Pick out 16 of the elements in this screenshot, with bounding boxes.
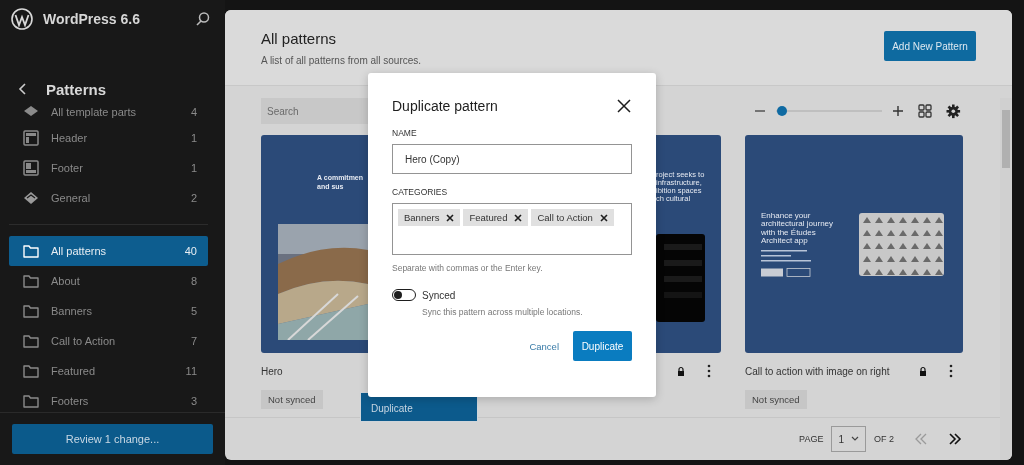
- sidebar-heading: Patterns: [46, 80, 107, 98]
- sync-status-label: Not synced: [745, 390, 807, 409]
- page-title: All patterns: [261, 30, 338, 47]
- field-label: CATEGORIES: [392, 187, 449, 197]
- preview-text: Enhance your architectural journey with the Études Architect app: [761, 211, 835, 246]
- help-text: Sync this pattern across multiple locations.: [421, 307, 584, 317]
- pattern-title: Call to action with image on right: [745, 365, 891, 377]
- toggle-label: Synced: [422, 289, 456, 301]
- site-title: WordPress 6.6: [43, 11, 141, 28]
- page-count: OF 2: [874, 434, 894, 444]
- page-label: PAGE: [799, 434, 824, 444]
- page-subtitle: A list of all patterns from all sources.: [261, 55, 422, 66]
- help-text: Separate with commas or the Enter key.: [392, 263, 544, 273]
- pattern-title: Hero: [261, 365, 284, 377]
- sync-status-label: Not synced: [261, 390, 323, 409]
- field-label: NAME: [392, 128, 418, 138]
